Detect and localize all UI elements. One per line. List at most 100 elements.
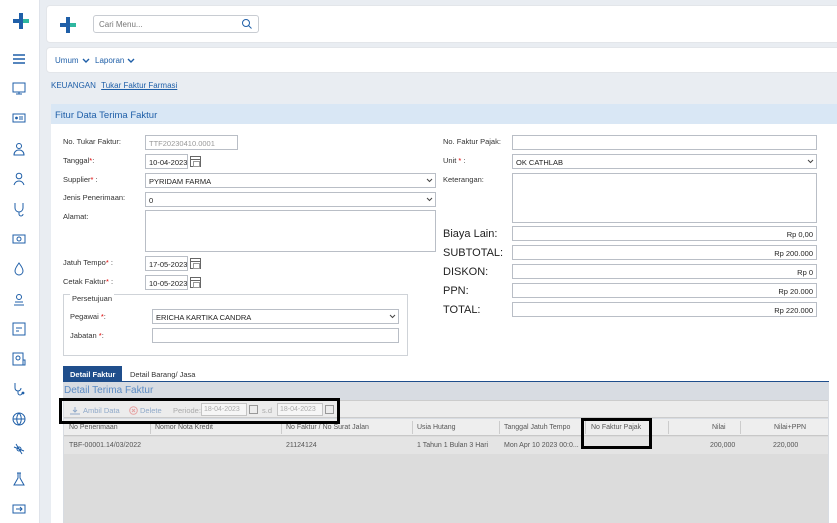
table-cell: 220,000 — [773, 442, 799, 449]
delete-button[interactable]: Delete — [129, 406, 162, 415]
no-tukar-faktur-label: No. Tukar Faktur: — [63, 137, 121, 146]
chevron-down-icon — [82, 58, 90, 63]
periode-label: Periode: — [173, 406, 201, 415]
medicine-icon[interactable] — [10, 440, 28, 458]
menu-item-label: Umum — [55, 56, 79, 65]
unit-select[interactable]: OK CATHLAB — [512, 154, 817, 169]
persetujuan-legend: Persetujuan — [70, 294, 115, 303]
supplier-select[interactable]: PYRIDAM FARMA — [145, 173, 436, 188]
logo-icon[interactable] — [59, 16, 77, 34]
lab-icon[interactable] — [10, 470, 28, 488]
report-icon[interactable] — [10, 320, 28, 338]
column-header[interactable]: Tanggal Jatuh Tempo — [504, 424, 570, 431]
subtotal-label: SUBTOTAL: — [443, 247, 504, 259]
table-cell: 1 Tahun 1 Bulan 3 Hari — [417, 442, 489, 449]
table-row[interactable]: TBF-00001.14/03/2022 21124124 1 Tahun 1 … — [64, 437, 828, 454]
monitor-icon[interactable] — [10, 79, 28, 97]
menu-icon[interactable] — [10, 50, 28, 68]
sidebar-rail — [0, 0, 40, 523]
breadcrumb-current[interactable]: Tukar Faktur Farmasi — [101, 81, 177, 90]
breadcrumb-root[interactable]: KEUANGAN — [51, 81, 96, 90]
diskon-label: DISKON: — [443, 266, 489, 278]
no-faktur-pajak-field[interactable] — [512, 135, 817, 150]
column-header[interactable]: Nomor Nota Kredit — [155, 424, 213, 431]
globe-icon[interactable] — [10, 410, 28, 428]
calendar-icon[interactable] — [190, 277, 201, 288]
main-panel: Fitur Data Terima Faktur No. Tukar Faktu… — [51, 104, 837, 523]
keterangan-label: Keterangan: — [443, 175, 484, 184]
page-title: Fitur Data Terima Faktur — [51, 104, 837, 124]
alamat-label: Alamat: — [63, 212, 89, 221]
money-icon[interactable] — [10, 230, 28, 248]
column-header[interactable]: No Penerimaan — [69, 424, 118, 431]
cetak-faktur-field[interactable]: 10-05-2023 — [145, 275, 188, 290]
jatuh-tempo-label: Jatuh Tempo* : — [63, 258, 113, 267]
biaya-lain-label: Biaya Lain: — [443, 228, 498, 240]
id-card-icon[interactable] — [10, 109, 28, 127]
tanggal-label: Tanggal*: — [63, 156, 95, 165]
chevron-down-icon — [387, 310, 398, 323]
tab-detail-barang-jasa[interactable]: Detail Barang/ Jasa — [123, 366, 202, 381]
total-label: TOTAL: — [443, 304, 481, 316]
jatuh-tempo-field[interactable]: 17-05-2023 — [145, 256, 188, 271]
unit-label: Unit * : — [443, 156, 466, 165]
chevron-down-icon — [424, 174, 435, 187]
column-header[interactable]: Nilai+PPN — [774, 424, 806, 431]
column-header[interactable]: Usia Hutang — [417, 424, 456, 431]
calendar-icon[interactable] — [249, 405, 258, 414]
cetak-faktur-label: Cetak Faktur* : — [63, 277, 114, 286]
detail-grid: No Penerimaan Nomor Nota Kredit No Faktu… — [64, 419, 828, 523]
alamat-textarea[interactable] — [145, 210, 436, 252]
jabatan-field[interactable] — [152, 328, 399, 343]
jenis-penerimaan-select[interactable]: 0 — [145, 192, 436, 207]
total-field: Rp 220.000 — [512, 302, 817, 317]
doctor-icon[interactable] — [10, 140, 28, 158]
periode-to-field[interactable]: 18-04-2023 — [277, 403, 323, 416]
tanggal-field[interactable]: 10-04-2023 — [145, 154, 188, 169]
no-tukar-faktur-field[interactable]: TTF20230410.0001 — [145, 135, 238, 150]
person-icon[interactable] — [10, 170, 28, 188]
column-header[interactable]: No Faktur / No Surat Jalan — [286, 424, 369, 431]
chevron-down-icon — [805, 155, 816, 168]
column-header[interactable]: No Faktur Pajak — [591, 424, 641, 431]
menu-item-laporan[interactable]: Laporan — [95, 56, 135, 65]
subtotal-field: Rp 200.000 — [512, 245, 817, 260]
breadcrumb: KEUANGAN Tukar Faktur Farmasi — [51, 81, 177, 90]
calendar-icon[interactable] — [190, 258, 201, 269]
ambulance-icon[interactable] — [10, 380, 28, 398]
ambil-data-button[interactable]: Ambil Data — [69, 406, 120, 415]
calendar-icon[interactable] — [325, 405, 334, 414]
chevron-down-icon — [127, 58, 135, 63]
jenis-penerimaan-label: Jenis Penerimaan: — [63, 193, 126, 202]
biaya-lain-field[interactable]: Rp 0,00 — [512, 226, 817, 241]
column-header[interactable]: Nilai — [712, 424, 726, 431]
supplier-label: Supplier* : — [63, 175, 98, 184]
calendar-icon[interactable] — [190, 156, 201, 167]
table-cell: TBF-00001.14/03/2022 — [69, 442, 141, 449]
diskon-field[interactable]: Rp 0 — [512, 264, 817, 279]
search-icon[interactable] — [241, 18, 253, 30]
nurse-icon[interactable] — [10, 290, 28, 308]
menu-item-umum[interactable]: Umum — [55, 56, 90, 65]
ppn-field[interactable]: Rp 20.000 — [512, 283, 817, 298]
pegawai-select[interactable]: ERICHA KARTIKA CANDRA — [152, 309, 399, 324]
top-bar: Cari Menu... — [46, 5, 837, 43]
detail-title: Detail Terima Faktur — [64, 385, 154, 396]
delete-icon — [129, 406, 138, 415]
download-icon — [70, 407, 80, 415]
grid-header: No Penerimaan Nomor Nota Kredit No Faktu… — [64, 419, 828, 436]
stethoscope-icon[interactable] — [10, 200, 28, 218]
search-input[interactable]: Cari Menu... — [93, 15, 259, 33]
logo-icon[interactable] — [12, 12, 30, 30]
table-cell: 21124124 — [286, 442, 317, 449]
tab-detail-faktur[interactable]: Detail Faktur — [63, 366, 123, 381]
periode-from-field[interactable]: 18-04-2023 — [201, 403, 247, 416]
drop-icon[interactable] — [10, 260, 28, 278]
user-card-icon[interactable] — [10, 350, 28, 368]
sd-label: s.d — [262, 406, 273, 415]
persetujuan-group — [63, 294, 408, 356]
pegawai-label: Pegawai *: — [70, 312, 106, 321]
keterangan-textarea[interactable] — [512, 173, 817, 223]
transfer-icon[interactable] — [10, 500, 28, 518]
chevron-down-icon — [424, 193, 435, 206]
